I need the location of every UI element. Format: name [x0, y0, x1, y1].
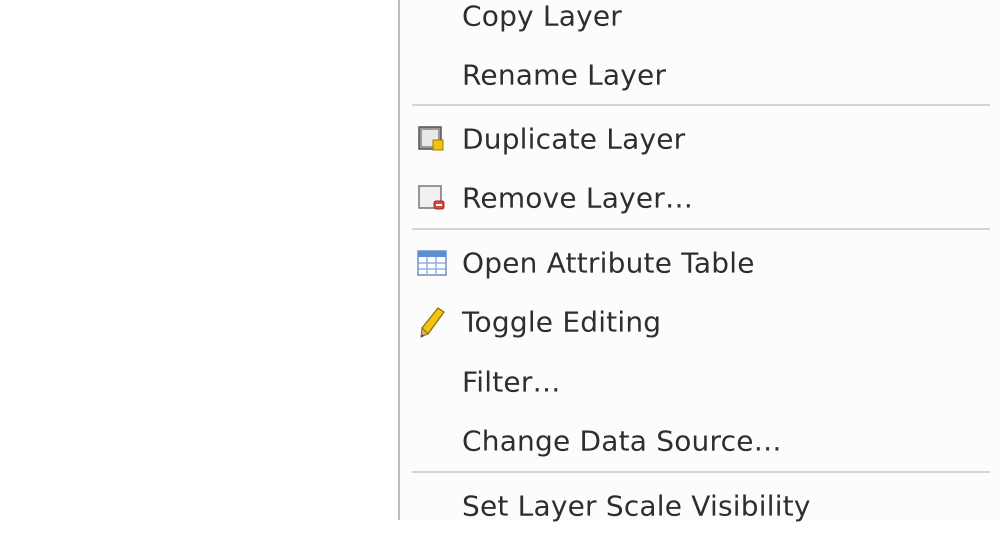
- menu-item-label: Rename Layer: [462, 58, 667, 92]
- menu-item-label: Toggle Editing: [462, 305, 662, 339]
- menu-item-label: Change Data Source…: [462, 424, 782, 458]
- pencil-icon: [416, 306, 448, 338]
- menu-item-remove-layer[interactable]: Remove Layer…: [400, 169, 1000, 227]
- menu-item-label: Open Attribute Table: [462, 246, 755, 280]
- menu-item-label: Copy Layer: [462, 0, 622, 33]
- menu-item-open-attribute-table[interactable]: Open Attribute Table: [400, 234, 1000, 292]
- menu-item-label: Duplicate Layer: [462, 122, 686, 156]
- menu-item-rename-layer[interactable]: Rename Layer: [400, 46, 1000, 104]
- menu-item-label: Remove Layer…: [462, 181, 694, 215]
- menu-item-filter[interactable]: Filter…: [400, 353, 1000, 411]
- menu-separator: [412, 104, 990, 106]
- menu-item-label: Filter…: [462, 365, 561, 399]
- menu-separator: [412, 471, 990, 473]
- menu-item-label: Set Layer Scale Visibility: [462, 489, 811, 523]
- menu-item-duplicate-layer[interactable]: Duplicate Layer: [400, 110, 1000, 168]
- menu-item-change-data-source[interactable]: Change Data Source…: [400, 412, 1000, 470]
- menu-item-toggle-editing[interactable]: Toggle Editing: [400, 293, 1000, 351]
- remove-layer-icon: [416, 182, 448, 214]
- menu-item-copy-layer[interactable]: Copy Layer: [400, 0, 1000, 45]
- menu-item-set-layer-scale-visibility[interactable]: Set Layer Scale Visibility: [400, 477, 1000, 535]
- background-area: [0, 0, 398, 500]
- duplicate-layer-icon: [416, 123, 448, 155]
- layer-context-menu: Copy Layer Rename Layer Duplicate Layer …: [398, 0, 1000, 523]
- menu-separator: [412, 228, 990, 230]
- attribute-table-icon: [416, 247, 448, 279]
